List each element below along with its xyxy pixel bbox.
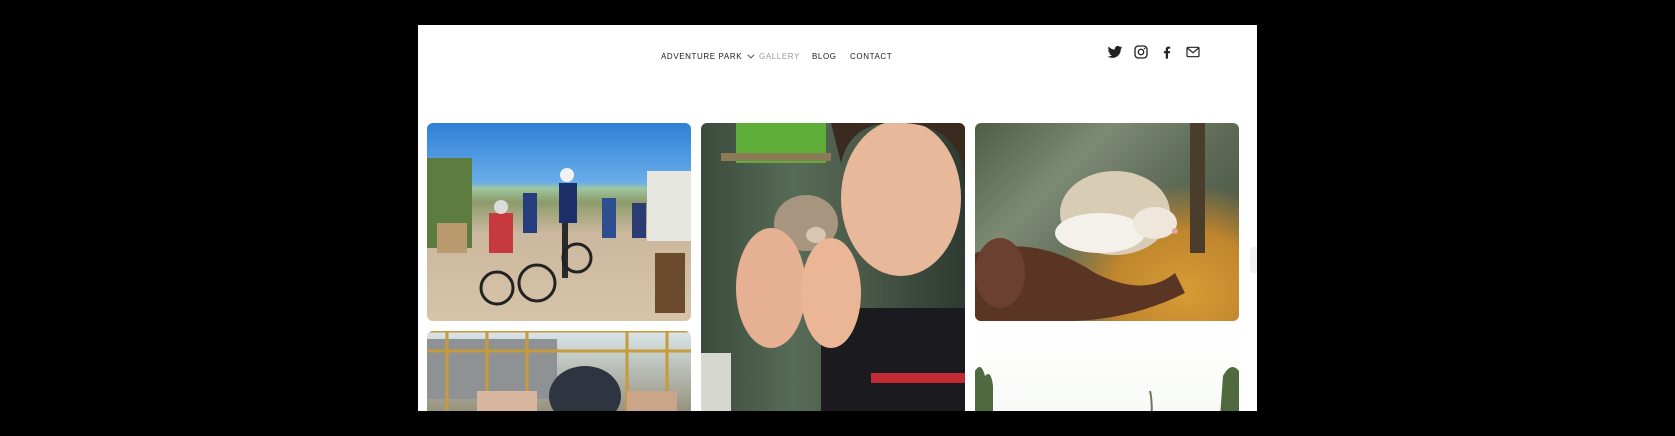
twitter-icon[interactable]: [1107, 44, 1123, 60]
gallery-photo-cyclists[interactable]: [427, 123, 691, 321]
gallery-photo-hand-hedgehog[interactable]: [975, 123, 1239, 321]
nav-adventure-park[interactable]: ADVENTURE PARK: [661, 51, 755, 61]
gallery-photo-child-playground[interactable]: [427, 331, 691, 411]
instagram-icon[interactable]: [1133, 44, 1149, 60]
facebook-icon[interactable]: [1159, 44, 1175, 60]
mail-icon[interactable]: [1185, 44, 1201, 60]
chevron-down-icon: [747, 51, 755, 59]
nav-gallery[interactable]: GALLERY: [759, 52, 800, 61]
nav-blog[interactable]: BLOG: [812, 52, 837, 61]
gallery-photo-outdoor-trees[interactable]: [975, 331, 1239, 411]
scroll-handle[interactable]: [1250, 247, 1257, 273]
nav-contact[interactable]: CONTACT: [850, 52, 892, 61]
gallery-photo-girl-hedgehog[interactable]: [701, 123, 965, 411]
page-container: ADVENTURE PARK GALLERY BLOG CONTACT: [418, 25, 1257, 411]
